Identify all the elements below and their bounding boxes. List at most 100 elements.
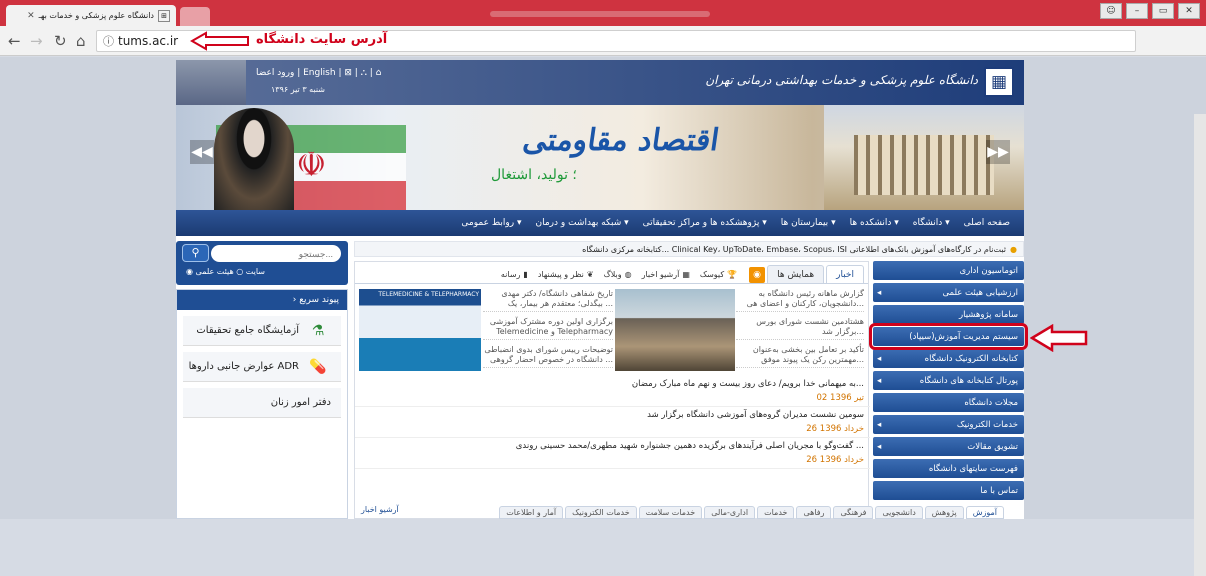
service-link-sipad[interactable]: سیستم مدیریت آموزش(سیپاد) — [869, 323, 1028, 350]
list-item[interactable]: به میهمانی خدا برویم/ دعای روز بیست و نه… — [355, 376, 870, 407]
service-link[interactable]: فهرست سایتهای دانشگاه — [873, 459, 1024, 478]
service-link[interactable]: ◂ ارزشیابی هیئت علمی — [873, 283, 1024, 302]
service-link[interactable]: ◂ کتابخانه الکترونیک دانشگاه — [873, 349, 1024, 368]
radio-faculty[interactable]: ○ — [234, 267, 243, 276]
featured-news-item[interactable]: برگزاری اولین دوره مشترک آموزشی Telemedi… — [483, 317, 613, 340]
menu-item[interactable]: دانشکده ها ▾ — [850, 218, 899, 228]
news-ticker[interactable]: کتابخانه مرکزی دانشگاه... Clinical Key، … — [354, 241, 1024, 257]
radio-site[interactable]: ◉ — [186, 267, 196, 276]
tab-research[interactable]: پژوهش — [924, 506, 964, 519]
ticker-text: کتابخانه مرکزی دانشگاه... Clinical Key، … — [582, 244, 1007, 254]
archive-link[interactable]: آرشیو اخبار ▦ — [638, 265, 694, 283]
featured-news-item[interactable]: هشتادمین نشست شورای بورس برگزار شد... — [736, 317, 864, 340]
tab-exhibitions[interactable]: همایش ها — [767, 265, 825, 283]
top-links[interactable]: ورود اعضا | English | ⊠ | ⛬ | ⌂ — [256, 68, 381, 78]
university-logo[interactable]: ▦ — [984, 67, 1014, 97]
back-icon[interactable]: ← — [8, 32, 21, 50]
url-input[interactable]: ⓘ tums.ac.ir — [96, 30, 1136, 52]
university-name[interactable]: دانشگاه علوم پزشکی و خدمات بهداشتی درمان… — [705, 73, 978, 87]
banner-slogan: اقتصاد مقاومتی — [520, 123, 722, 158]
tab-education[interactable]: آموزش — [965, 506, 1004, 519]
media-link[interactable]: رسانه ▮ — [497, 265, 532, 283]
slider-prev-icon[interactable]: ◀◀ — [190, 140, 214, 164]
menu-item[interactable]: بیمارستان ها ▾ — [781, 218, 836, 228]
vertical-scrollbar[interactable] — [1194, 114, 1206, 576]
search-icon[interactable]: ⚲ — [182, 244, 209, 262]
leader-portrait — [214, 108, 294, 210]
service-link[interactable]: مجلات دانشگاه — [873, 393, 1024, 412]
news-panel: اخبار همایش ها ◉ کیوسک 🏆 آرشیو اخبار ▦ وبل… — [354, 261, 870, 519]
menu-item[interactable]: پژوهشکده ها و مراکز تحقیقاتی ▾ — [643, 218, 767, 228]
featured-news-item[interactable]: گزارش ماهانه رئیس دانشگاه به دانشجویان، … — [736, 289, 864, 312]
service-link[interactable]: تماس با ما — [873, 481, 1024, 500]
service-link[interactable]: ◂ تشویق مقالات — [873, 437, 1024, 456]
annotation-url-label: آدرس سایت دانشگاه — [256, 32, 388, 47]
site-header: ورود اعضا | English | ⊠ | ⛬ | ⌂ شنبه ۳ ت… — [176, 60, 1024, 105]
address-bar-row: ← → ↻ ⌂ ⓘ tums.ac.ir ⎘ ☆ ✦ ⋮ — [0, 26, 1206, 74]
minimize-icon[interactable]: – — [1126, 3, 1148, 19]
kiosk-link[interactable]: کیوسک 🏆 — [696, 265, 741, 283]
service-link[interactable]: اتوماسیون اداری — [873, 261, 1024, 280]
service-label: سیستم مدیریت آموزش(سیپاد) — [909, 331, 1018, 342]
close-icon[interactable]: ✕ — [1178, 3, 1200, 19]
new-tab-button[interactable] — [180, 7, 210, 26]
weblog-label: وبلاگ — [603, 269, 622, 279]
tab-e-services[interactable]: خدمات الکترونیک — [565, 506, 637, 519]
info-icon[interactable]: ⓘ — [103, 33, 114, 49]
tab-student[interactable]: دانشجویی — [875, 506, 923, 519]
service-label: سامانه پژوهشیار — [959, 309, 1018, 320]
telemedicine-promo-image[interactable]: TELEMEDICINE & TELEPHARMACY — [359, 289, 481, 371]
featured-news-item[interactable]: تأکید بر تعامل بین بخشی به‌عنوان مهمترین… — [736, 345, 864, 368]
service-label: پورتال کتابخانه های دانشگاه — [919, 375, 1018, 386]
service-label: مجلات دانشگاه — [964, 397, 1018, 408]
flask-icon: ⚗ — [311, 322, 325, 339]
list-item[interactable]: سومین نشست مدیران گروه‌های آموزشی دانشگا… — [355, 407, 870, 438]
quick-link-adr[interactable]: عوارض جانبی داروها ADR 💊 — [183, 352, 341, 382]
service-link[interactable]: ◂ پورتال کتابخانه های دانشگاه — [873, 371, 1024, 390]
slider-next-icon[interactable]: ▶▶ — [986, 140, 1010, 164]
menu-item[interactable]: شبکه بهداشت و درمان ▾ — [535, 218, 628, 228]
search-input[interactable] — [211, 245, 341, 262]
news-title[interactable]: به میهمانی خدا برویم/ دعای روز بیست و نه… — [361, 379, 864, 389]
featured-news-item[interactable]: تاریخ شفاهی دانشگاه/ دکتر مهدی بیگدلی؛ م… — [483, 289, 613, 312]
bullet-icon: ● — [1010, 244, 1017, 254]
favicon-icon: ⊞ — [158, 9, 170, 22]
weblog-link[interactable]: وبلاگ ◍ — [600, 265, 636, 283]
service-label: تشویق مقالات — [967, 441, 1018, 452]
service-link[interactable]: سامانه پژوهشیار — [873, 305, 1024, 324]
service-label: خدمات الکترونیک — [956, 419, 1018, 430]
rss-icon[interactable]: ◉ — [749, 267, 766, 283]
maximize-icon[interactable]: ▭ — [1152, 3, 1174, 19]
menu-item[interactable]: روابط عمومی ▾ — [461, 218, 521, 228]
user-icon[interactable]: ☺ — [1100, 3, 1122, 19]
featured-news-photo[interactable] — [615, 289, 735, 371]
kiosk-label: کیوسک — [699, 269, 725, 279]
promo-text: TELEMEDICINE & TELEPHARMACY — [378, 291, 479, 298]
tab-statistics[interactable]: آمار و اطلاعات — [499, 506, 564, 519]
search-scope[interactable]: ◉ سایت ○ هیئت علمی — [186, 267, 265, 276]
menu-item[interactable]: دانشگاه ▾ — [913, 218, 950, 228]
tab-services[interactable]: خدمات — [757, 506, 795, 519]
reload-icon[interactable]: ↻ — [54, 32, 67, 50]
tab-welfare[interactable]: رفاهی — [796, 506, 832, 519]
browser-tab[interactable]: ✕ دانشگاه علوم پزشکی و خدمات بهـ ⊞ — [6, 5, 176, 26]
news-title[interactable]: سومین نشست مدیران گروه‌های آموزشی دانشگا… — [361, 410, 864, 420]
tab-health-services[interactable]: خدمات سلامت — [638, 506, 703, 519]
news-title[interactable]: گفت‌وگو با مجریان اصلی فرآیندهای برگزیده… — [361, 441, 864, 451]
tab-news[interactable]: اخبار — [826, 265, 864, 283]
service-link[interactable]: ◂ خدمات الکترونیک — [873, 415, 1024, 434]
window-title-blur — [490, 11, 710, 17]
tab-close-icon[interactable]: ✕ — [27, 11, 35, 21]
tab-cultural[interactable]: فرهنگی — [833, 506, 874, 519]
forward-icon[interactable]: → — [30, 32, 43, 50]
list-item[interactable]: گفت‌وگو با مجریان اصلی فرآیندهای برگزیده… — [355, 438, 870, 469]
quick-link-women[interactable]: دفتر امور زنان — [183, 388, 341, 418]
quick-link-lab[interactable]: آزمایشگاه جامع تحقیقات ⚗ — [183, 316, 341, 346]
menu-item[interactable]: صفحه اصلی — [964, 218, 1010, 228]
home-icon[interactable]: ⌂ — [76, 32, 86, 50]
media-label: رسانه — [500, 269, 521, 279]
feedback-link[interactable]: نظر و پیشنهاد ❦ — [534, 265, 598, 283]
tab-admin-finance[interactable]: اداری-مالی — [704, 506, 756, 519]
main-menu: صفحه اصلی دانشگاه ▾ دانشکده ها ▾ بیمارست… — [176, 210, 1024, 236]
featured-news-item[interactable]: توضیحات رییس شورای بدوی انضباطی دانشگاه … — [483, 345, 613, 368]
